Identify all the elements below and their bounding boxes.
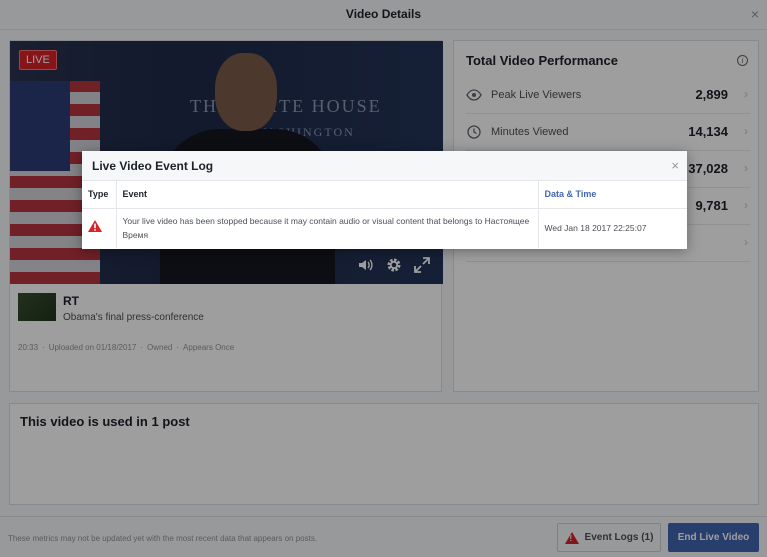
row-event: Your live video has been stopped because… (116, 208, 539, 248)
column-datetime[interactable]: Data & Time (538, 181, 687, 209)
dialog-header: Live Video Event Log × (82, 151, 687, 181)
column-type: Type (82, 181, 117, 209)
close-icon[interactable]: × (671, 158, 679, 173)
table-row: Your live video has been stopped because… (82, 208, 687, 248)
event-log-table: Type Event Data & Time Your live video h… (82, 181, 687, 248)
column-event: Event (116, 181, 539, 209)
warning-icon (88, 220, 102, 233)
table-header-row: Type Event Data & Time (82, 181, 687, 209)
modal-overlay[interactable] (0, 0, 767, 557)
event-log-dialog: Live Video Event Log × Type Event Data &… (82, 151, 687, 249)
row-datetime: Wed Jan 18 2017 22:25:07 (544, 223, 647, 234)
row-type (82, 208, 117, 248)
dialog-title: Live Video Event Log (92, 159, 214, 173)
